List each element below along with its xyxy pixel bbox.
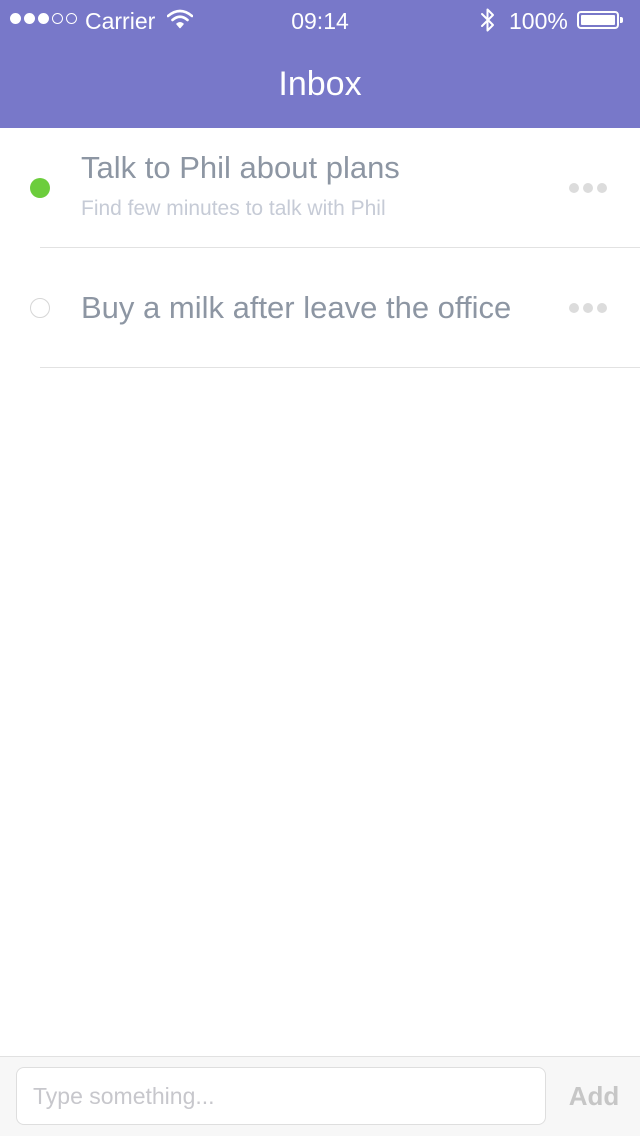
more-options-icon[interactable] <box>569 303 607 313</box>
add-button[interactable]: Add <box>556 1067 632 1125</box>
task-checkbox[interactable] <box>30 298 50 318</box>
header: Carrier 09:14 100% Inbox <box>0 0 640 128</box>
more-options-icon[interactable] <box>569 183 607 193</box>
more-dot <box>583 303 593 313</box>
more-dot <box>597 183 607 193</box>
battery-nub <box>620 17 623 23</box>
battery-fill <box>581 15 615 25</box>
task-item[interactable]: Buy a milk after leave the office <box>0 248 640 368</box>
new-task-input[interactable] <box>16 1067 546 1125</box>
task-subtitle: Find few minutes to talk with Phil <box>81 197 386 220</box>
task-complete-indicator[interactable] <box>30 178 50 198</box>
more-dot <box>569 303 579 313</box>
screen: Carrier 09:14 100% Inbox Talk to Phil ab… <box>0 0 640 1136</box>
battery-percentage: 100% <box>509 8 568 34</box>
row-divider <box>40 367 640 368</box>
status-bar: Carrier 09:14 100% <box>0 0 640 40</box>
task-title: Buy a milk after leave the office <box>81 290 512 325</box>
task-title: Talk to Phil about plans <box>81 150 400 185</box>
task-list: Talk to Phil about plans Find few minute… <box>0 128 640 368</box>
composer-bar: Add <box>0 1056 640 1136</box>
more-dot <box>583 183 593 193</box>
more-dot <box>569 183 579 193</box>
more-dot <box>597 303 607 313</box>
battery-icon <box>577 11 623 29</box>
page-title: Inbox <box>278 65 362 103</box>
task-item[interactable]: Talk to Phil about plans Find few minute… <box>0 128 640 248</box>
bluetooth-icon <box>481 8 494 32</box>
